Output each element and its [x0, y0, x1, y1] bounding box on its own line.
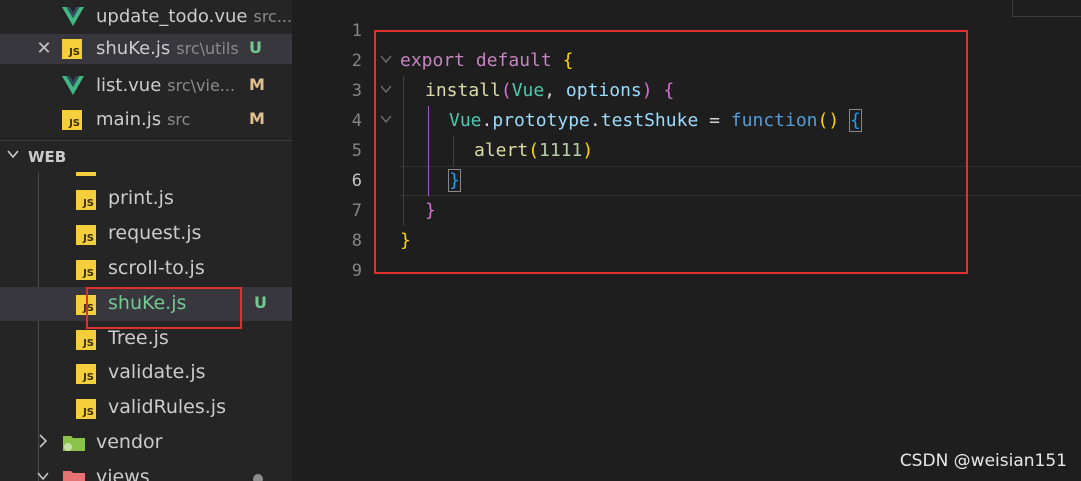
file-item-validrules[interactable]: JS validRules.js	[0, 391, 292, 425]
js-file-icon: JS	[76, 225, 96, 245]
section-title: WEB	[28, 148, 67, 166]
close-icon[interactable]: ✕	[36, 38, 52, 59]
file-name: Tree.js	[108, 327, 169, 349]
file-item-scroll-to[interactable]: JS scroll-to.js	[0, 252, 292, 286]
file-path: src\vie...	[167, 76, 236, 95]
chevron-down-icon	[36, 468, 50, 481]
file-item-request[interactable]: JS request.js	[0, 217, 292, 251]
chevron-down-icon	[6, 147, 20, 165]
js-file-icon: JS	[76, 190, 96, 210]
line-number: 2	[351, 51, 362, 71]
js-file-icon: JS	[76, 399, 96, 419]
file-name: print.js	[108, 187, 174, 209]
js-file-icon: JS	[76, 260, 96, 280]
file-item-validate[interactable]: JS validate.js	[0, 356, 292, 390]
line-number-current: 6	[351, 171, 362, 191]
folder-name: vendor	[96, 431, 163, 453]
folder-item-vendor[interactable]: vendor	[0, 426, 292, 460]
chevron-right-icon	[36, 433, 50, 453]
js-file-icon: JS	[62, 110, 82, 131]
annotation-box-editor	[374, 30, 968, 274]
file-name: list.vue	[96, 75, 162, 96]
modified-dot-icon	[253, 474, 263, 481]
annotation-box-sidebar	[86, 287, 242, 329]
file-name: validate.js	[108, 361, 206, 383]
open-editor-item[interactable]: update_todo.vue src...	[0, 2, 292, 32]
folder-name: views	[96, 466, 150, 481]
file-path: src\utils	[176, 39, 239, 58]
code-editor[interactable]: 1 2 3 4 5 6 7 8 9 export default { insta…	[292, 0, 1081, 481]
line-number: 5	[351, 141, 362, 161]
file-name: scroll-to.js	[108, 257, 205, 279]
partially-visible-file	[76, 172, 236, 176]
folder-icon	[62, 468, 86, 481]
file-path: src	[167, 110, 191, 129]
line-number: 3	[351, 81, 362, 101]
file-name: request.js	[108, 222, 202, 244]
git-status-badge: M	[249, 109, 265, 128]
open-editor-item-active[interactable]: ✕ JS shuKe.js src\utils U	[0, 34, 292, 64]
line-number: 8	[351, 231, 362, 251]
file-item-print[interactable]: JS print.js	[0, 182, 292, 216]
line-number: 9	[351, 261, 362, 281]
open-editors-list: update_todo.vue src... ✕ JS shuKe.js src\u…	[0, 0, 292, 136]
sidebar: update_todo.vue src... ✕ JS shuKe.js src\u…	[0, 0, 292, 481]
file-name: shuKe.js	[96, 38, 171, 59]
js-file-icon: JS	[76, 364, 96, 384]
open-editor-item[interactable]: JS main.js src M	[0, 105, 292, 135]
file-name: main.js	[96, 109, 162, 130]
line-number: 4	[351, 111, 362, 131]
git-status-badge: U	[254, 293, 267, 312]
line-number: 7	[351, 201, 362, 221]
js-file-icon: JS	[62, 39, 82, 60]
folder-icon	[62, 433, 86, 458]
watermark: CSDN @weisian151	[899, 451, 1067, 471]
vue-file-icon	[62, 7, 84, 32]
file-name: validRules.js	[108, 396, 226, 418]
git-status-badge: U	[249, 38, 262, 57]
folder-item-views[interactable]: views	[0, 461, 292, 481]
js-file-icon: JS	[76, 330, 96, 350]
vue-file-icon	[62, 76, 84, 101]
explorer-section-header[interactable]: WEB	[0, 140, 292, 172]
line-number: 1	[351, 21, 362, 41]
git-status-badge: M	[249, 75, 265, 94]
editor-corner	[1012, 0, 1081, 17]
file-path: src...	[253, 7, 292, 26]
open-editor-item[interactable]: list.vue src\vie... M	[0, 71, 292, 101]
file-name: update_todo.vue	[96, 6, 248, 27]
